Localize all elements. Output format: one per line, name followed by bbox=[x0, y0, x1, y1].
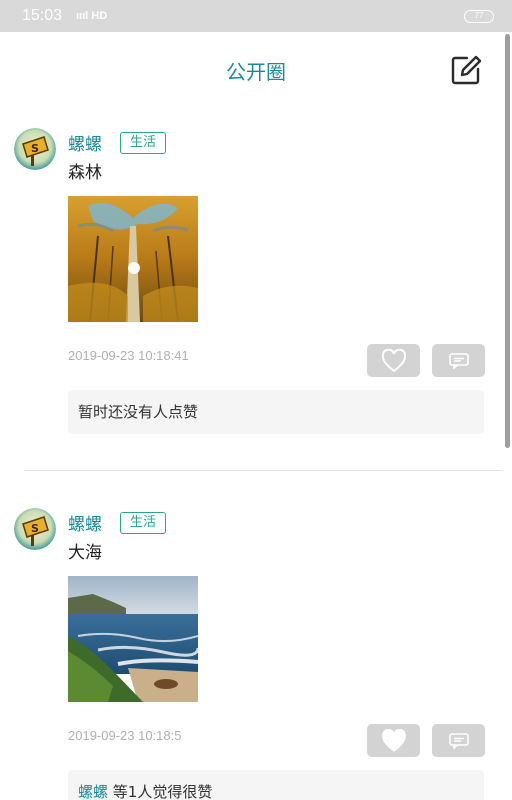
username[interactable]: 螺螺 bbox=[68, 130, 102, 155]
signal-icon: ıııl HD bbox=[76, 10, 108, 22]
forest-photo[interactable] bbox=[68, 196, 198, 322]
edit-icon bbox=[451, 55, 482, 85]
scrollbar[interactable] bbox=[505, 34, 510, 448]
comment-icon bbox=[448, 732, 469, 749]
post-timestamp: 2019-09-23 10:18:5 bbox=[68, 728, 182, 743]
svg-text:S: S bbox=[31, 142, 39, 155]
tag-badge[interactable]: 生活 bbox=[120, 132, 166, 154]
battery-icon: 77 bbox=[464, 10, 494, 23]
comment-icon bbox=[448, 352, 469, 369]
avatar[interactable]: S bbox=[14, 508, 56, 550]
status-time: 15:03 bbox=[22, 7, 63, 24]
likes-user-link[interactable]: 螺螺 bbox=[78, 783, 108, 800]
heart-outline-icon bbox=[381, 348, 406, 372]
likes-summary: 螺螺 等1人觉得很赞 bbox=[68, 770, 484, 800]
post-text: 森林 bbox=[68, 163, 102, 183]
post-divider bbox=[24, 470, 502, 471]
post-text: 大海 bbox=[68, 543, 102, 563]
like-button[interactable] bbox=[367, 724, 420, 757]
header: 公开圈 bbox=[0, 32, 512, 104]
comment-button[interactable] bbox=[432, 344, 485, 377]
comment-button[interactable] bbox=[432, 724, 485, 757]
heart-filled-icon bbox=[381, 728, 406, 752]
like-button[interactable] bbox=[367, 344, 420, 377]
post-timestamp: 2019-09-23 10:18:41 bbox=[68, 348, 189, 363]
avatar[interactable]: S bbox=[14, 128, 56, 170]
page-title: 公开圈 bbox=[226, 60, 286, 84]
sea-photo[interactable] bbox=[68, 576, 198, 702]
edit-button[interactable] bbox=[448, 52, 484, 88]
likes-text: 等1人觉得很赞 bbox=[108, 783, 213, 800]
svg-text:S: S bbox=[31, 522, 39, 535]
tag-badge[interactable]: 生活 bbox=[120, 512, 166, 534]
likes-summary: 暂时还没有人点赞 bbox=[68, 390, 484, 434]
status-bar: 15:03 ıııl HD 77 bbox=[0, 0, 512, 32]
likes-text: 暂时还没有人点赞 bbox=[78, 403, 199, 421]
username[interactable]: 螺螺 bbox=[68, 510, 102, 535]
